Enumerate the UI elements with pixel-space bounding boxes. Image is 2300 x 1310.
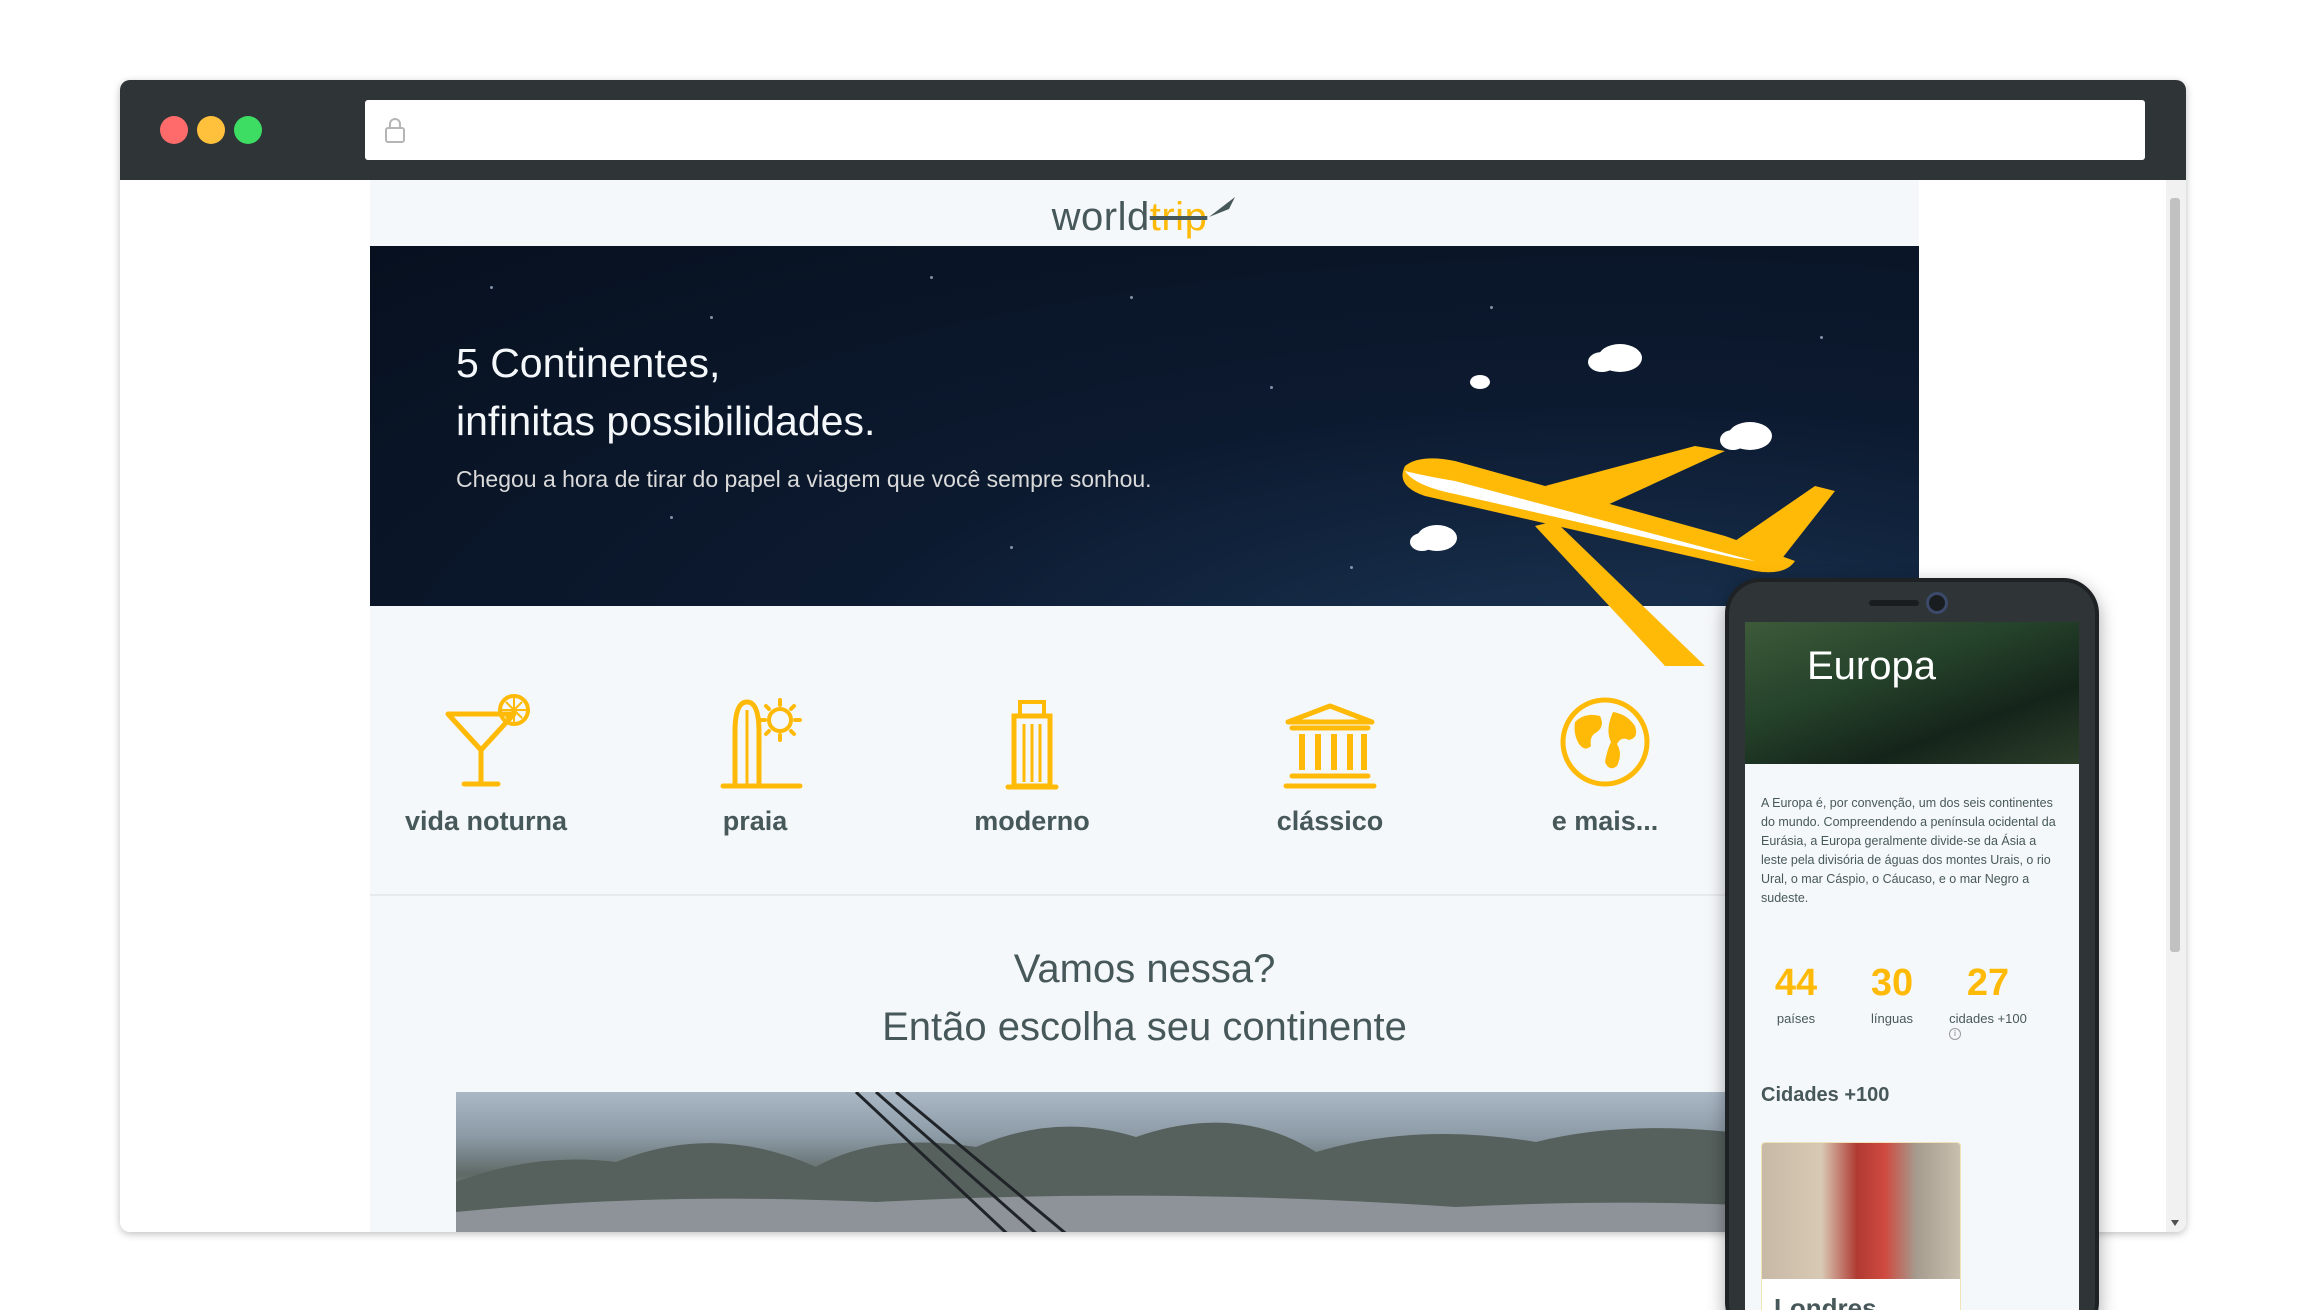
stat-label: países [1776, 1011, 1816, 1026]
worldtrip-site: worldtrip 5 Continentes, infinitas possi… [370, 180, 1919, 1232]
travel-type-classico[interactable]: clássico [1230, 692, 1430, 837]
page-scrollbar[interactable] [2166, 180, 2186, 1232]
hero-banner: 5 Continentes, infinitas possibilidades.… [370, 246, 1919, 666]
star-decoration [1350, 566, 1353, 569]
hero-title-line1: 5 Continentes, [456, 340, 721, 386]
travel-type-praia[interactable]: praia [655, 692, 855, 837]
star-decoration [1130, 296, 1133, 299]
scroll-down-arrow-icon[interactable] [2171, 1220, 2179, 1226]
stat-value: 30 [1870, 962, 1914, 1004]
site-header: worldtrip [370, 180, 1919, 246]
stat-countries: 44 países [1751, 962, 1841, 1026]
cta-line2: Então escolha seu continente [882, 1005, 1407, 1049]
continent-title: Europa [1807, 644, 1936, 688]
stat-value: 27 [1966, 962, 2010, 1004]
hero-subtitle: Chegou a hora de tirar do papel a viagem… [456, 466, 1152, 492]
browser-toolbar [120, 80, 2186, 180]
phone-screen: Europa A Europa é, por convenção, um dos… [1745, 622, 2079, 1310]
logo-text-accent: trip [1149, 194, 1208, 239]
mountains-decoration [456, 1092, 1826, 1232]
worldtrip-logo[interactable]: worldtrip [1052, 195, 1238, 240]
travel-types: vida noturna praia moderno clássico e ma… [370, 606, 1919, 896]
stat-value: 44 [1774, 962, 1818, 1004]
museum-icon [1283, 703, 1377, 789]
phone-mockup: Europa A Europa é, por convenção, um dos… [1725, 578, 2099, 1310]
maximize-window-button[interactable] [234, 116, 262, 144]
phone-speaker [1869, 600, 1919, 606]
travel-type-label: e mais... [1551, 806, 1659, 836]
logo-text-main: world [1051, 194, 1150, 239]
star-decoration [1010, 546, 1013, 549]
logo-plane-icon [1209, 196, 1236, 217]
continent-description: A Europa é, por convenção, um dos seis c… [1761, 796, 2056, 905]
travel-type-label: clássico [1276, 806, 1384, 836]
star-decoration [670, 516, 673, 519]
travel-type-label: vida noturna [404, 806, 567, 836]
skyscraper-icon [1005, 700, 1059, 790]
stat-label: línguas [1871, 1011, 1913, 1026]
star-decoration [490, 286, 493, 289]
continent-cta: Vamos nessa? Então escolha seu continent… [370, 940, 1919, 1056]
cta-line1: Vamos nessa? [1013, 947, 1276, 991]
star-decoration [930, 276, 933, 279]
travel-type-moderno[interactable]: moderno [932, 692, 1132, 837]
travel-type-label: praia [722, 806, 788, 836]
stat-label: cidades +100 [1949, 1011, 2027, 1026]
city-photo [1762, 1143, 1960, 1279]
star-decoration [710, 316, 713, 319]
star-decoration [1490, 306, 1493, 309]
cities-heading: Cidades +100 [1761, 1084, 1890, 1106]
close-window-button[interactable] [160, 116, 188, 144]
minimize-window-button[interactable] [197, 116, 225, 144]
hero-title-line2: infinitas possibilidades. [456, 398, 876, 444]
phone-camera-icon [1926, 592, 1948, 614]
info-icon[interactable]: i [1949, 1028, 1961, 1040]
continent-slide-image[interactable] [456, 1092, 1826, 1232]
city-card[interactable]: Londres [1761, 1142, 1961, 1310]
city-name: Londres [1774, 1293, 1877, 1310]
cocktail-icon [445, 694, 530, 787]
scrollbar-thumb[interactable] [2170, 198, 2180, 952]
globe-icon [1560, 697, 1650, 787]
continent-banner: Europa [1745, 622, 2079, 764]
lock-icon [385, 118, 405, 143]
travel-type-vida-noturna[interactable]: vida noturna [386, 692, 586, 837]
star-decoration [1270, 386, 1273, 389]
hero-title: 5 Continentes, infinitas possibilidades. [456, 334, 875, 450]
travel-type-e-mais[interactable]: e mais... [1505, 692, 1705, 837]
address-bar[interactable] [365, 100, 2145, 160]
stat-languages: 30 línguas [1847, 962, 1937, 1026]
stat-cities: 27 cidades +100 i [1943, 962, 2033, 1040]
travel-type-label: moderno [974, 806, 1090, 836]
surfboard-sun-icon [720, 698, 803, 789]
